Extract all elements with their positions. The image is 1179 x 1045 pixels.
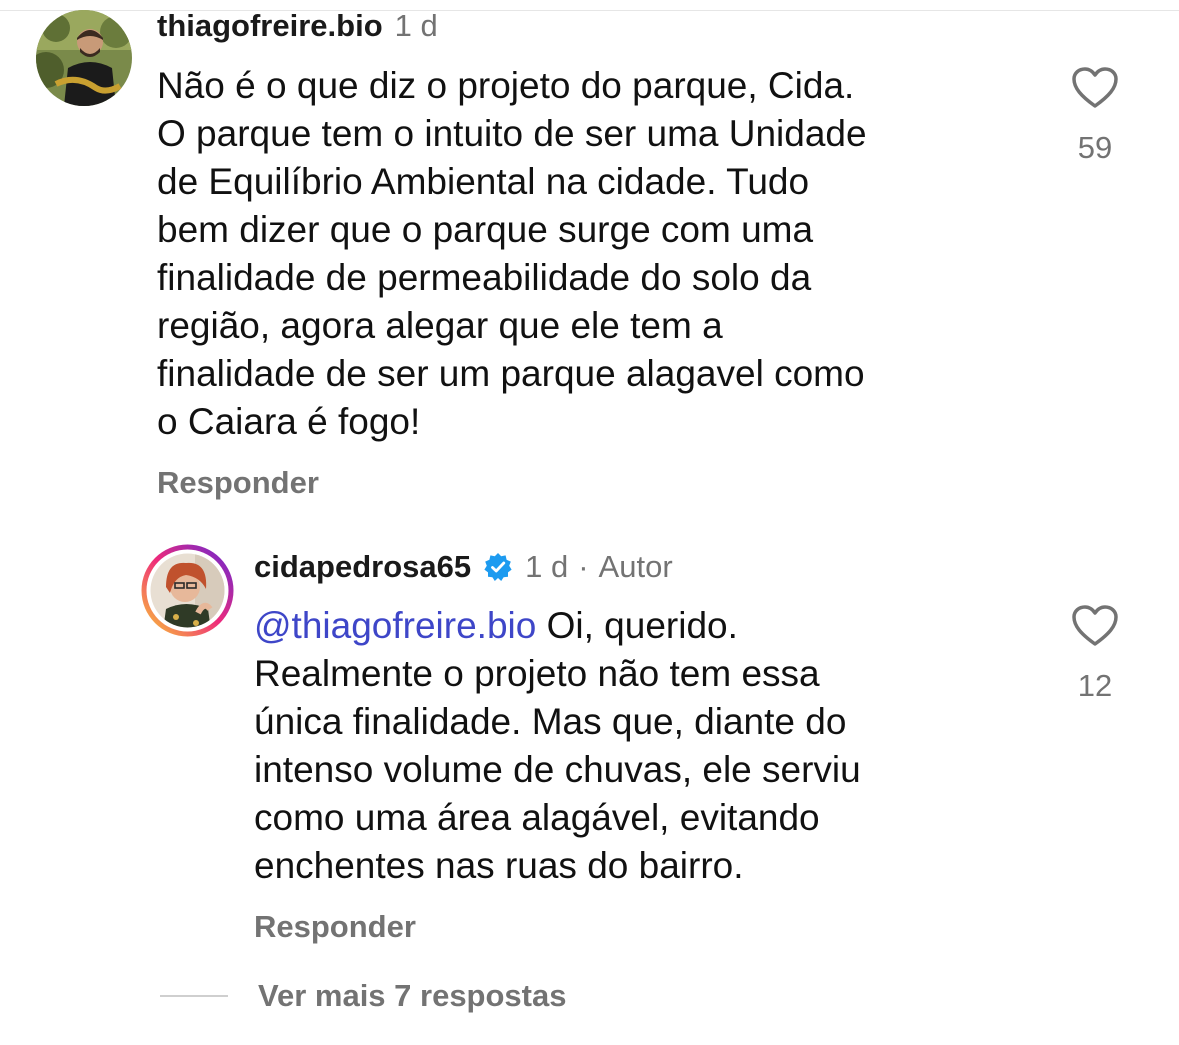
thread-line [160, 995, 228, 997]
heart-outline-icon [1072, 67, 1118, 108]
comment-header: thiagofreire.bio 1 d [157, 6, 438, 46]
comment-body: Oi, querido. Realmente o projeto não tem… [254, 605, 861, 886]
like-button[interactable]: 59 [1055, 66, 1135, 166]
comment-text: @thiagofreire.bio Oi, querido. Realmente… [254, 602, 861, 890]
author-tag: Autor [598, 549, 673, 584]
verified-badge-icon [484, 553, 512, 581]
reply-button[interactable]: Responder [254, 909, 416, 945]
like-count: 12 [1077, 668, 1113, 703]
view-more-replies-button[interactable]: Ver mais 7 respostas [160, 978, 566, 1014]
username[interactable]: thiagofreire.bio [157, 6, 383, 46]
timestamp: 1 d [394, 8, 438, 43]
avatar-cidapedrosa[interactable] [140, 543, 235, 638]
comment-header: cidapedrosa65 1 d · Autor [254, 547, 673, 587]
like-button[interactable]: 12 [1055, 604, 1135, 704]
reply-button[interactable]: Responder [157, 465, 319, 501]
username[interactable]: cidapedrosa65 [254, 547, 471, 587]
avatar-thiagofreire[interactable] [36, 10, 132, 106]
comment-text: Não é o que diz o projeto do parque, Cid… [157, 65, 867, 442]
heart-outline-icon [1072, 605, 1118, 646]
avatar-photo-story-ring [141, 544, 234, 637]
separator-dot: · [578, 549, 589, 584]
avatar-photo [36, 10, 132, 106]
like-count: 59 [1077, 130, 1113, 165]
timestamp: 1 d [525, 549, 569, 584]
view-more-replies-label: Ver mais 7 respostas [258, 978, 567, 1013]
mention-link[interactable]: @thiagofreire.bio [254, 605, 536, 646]
